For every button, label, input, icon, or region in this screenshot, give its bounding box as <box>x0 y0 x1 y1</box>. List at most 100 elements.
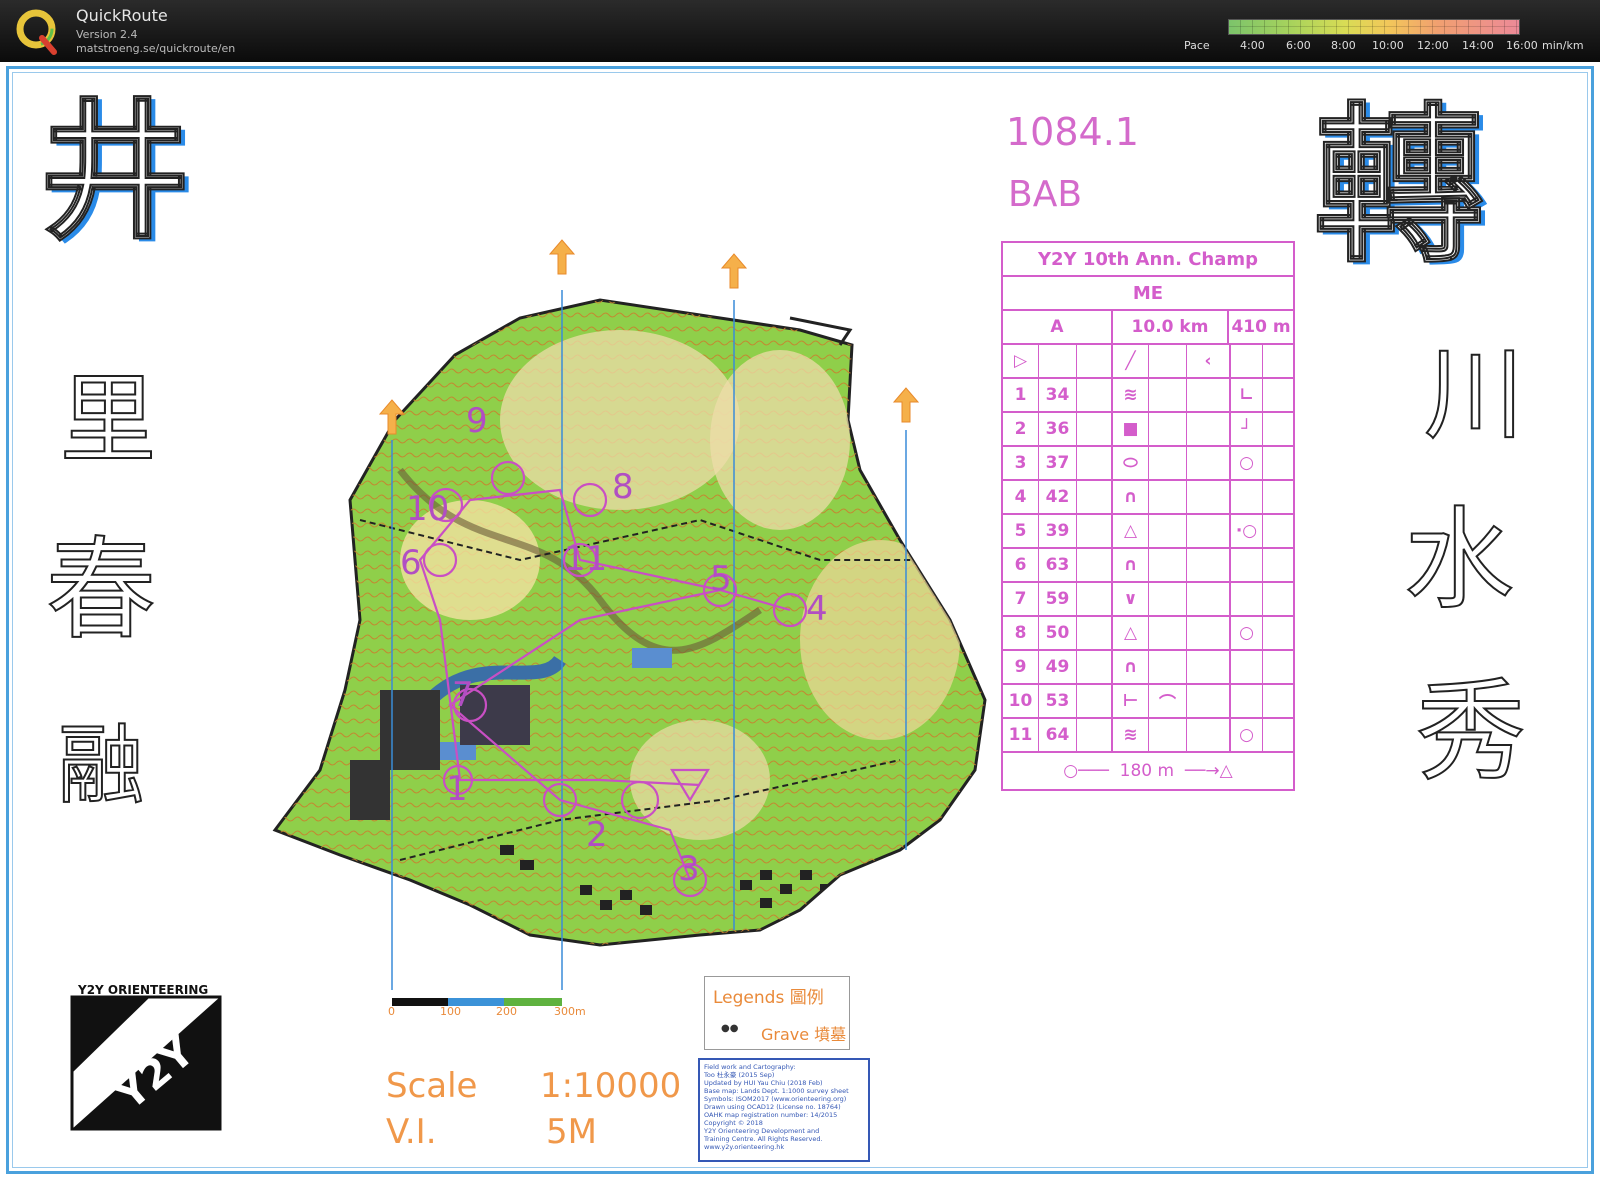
control-row: 5 39 △ ·○ <box>1003 515 1293 549</box>
credit-line: www.y2y.orienteering.hk <box>704 1143 785 1151</box>
knoll-icon: ∩ <box>1113 549 1149 581</box>
start-triangle-icon: ▷ <box>1003 345 1039 377</box>
control-code: 37 <box>1039 447 1077 479</box>
control-number: 10 <box>1003 685 1039 717</box>
control-number-label: 6 <box>400 543 422 583</box>
grave-symbol-icon: ●● <box>721 1023 739 1034</box>
thicket-icon: ≋ <box>1113 379 1149 411</box>
control-number: 7 <box>1003 583 1039 615</box>
side-icon: ○ <box>1231 617 1263 649</box>
finish-arrow-icon: ──→△ <box>1174 761 1233 781</box>
control-number-label: 9 <box>466 401 488 441</box>
control-number-label: 4 <box>806 589 828 629</box>
control-code: 34 <box>1039 379 1077 411</box>
start-row: ▷ ╱ ‹ <box>1003 345 1293 379</box>
scalebar-tick: 100 <box>440 1005 461 1018</box>
control-code: 49 <box>1039 651 1077 683</box>
side-icon: ○ <box>1231 447 1263 479</box>
bend-icon: ‹ <box>1187 345 1231 377</box>
credit-line: Symbols: ISOM2017 (www.orienteering.org) <box>704 1095 847 1103</box>
club-name: Y2Y ORIENTEERING <box>78 983 209 997</box>
legend-item: Grave 墳墓 <box>761 1025 847 1044</box>
course-climb: 410 m <box>1231 317 1291 337</box>
credit-line: Base map: Lands Dept. 1:1000 survey shee… <box>704 1087 849 1095</box>
credit-line: Copyright © 2018 <box>704 1119 763 1127</box>
control-code: 63 <box>1039 549 1077 581</box>
spur-icon: △ <box>1113 515 1149 547</box>
control-number-label: 1 <box>446 769 468 809</box>
control-row: 10 53 ⊢ ⌒ <box>1003 685 1293 719</box>
control-number: 5 <box>1003 515 1039 547</box>
control-code: 50 <box>1039 617 1077 649</box>
control-number: 4 <box>1003 481 1039 513</box>
legend-title: Legends 圖例 <box>713 988 824 1008</box>
y2y-club-logo-icon: Y2Y <box>70 995 222 1131</box>
control-number-label: 3 <box>678 849 700 889</box>
control-number-label: 5 <box>710 559 732 599</box>
scale-value: 1:10000 <box>540 1066 682 1106</box>
control-row: 1 34 ≋ ∟ <box>1003 379 1293 413</box>
scalebar-tick: 300m <box>554 1005 586 1018</box>
finish-start-icon: ○─── <box>1063 761 1120 781</box>
course-length: 10.0 km <box>1113 311 1229 343</box>
control-description-sheet: Y2Y 10th Ann. Champ ME A 10.0 km 410 m ▷… <box>1001 241 1295 791</box>
control-row: 6 63 ∩ <box>1003 549 1293 583</box>
control-code: 53 <box>1039 685 1077 717</box>
scalebar-tick: 0 <box>388 1005 395 1018</box>
bend-icon: ⌒ <box>1149 685 1187 717</box>
scale-label: Scale <box>386 1066 478 1106</box>
credit-line: Field work and Cartography: <box>704 1063 796 1071</box>
path-junction-icon: ⊢ <box>1113 685 1149 717</box>
control-row: 2 36 ■ ┘ <box>1003 413 1293 447</box>
control-row: 9 49 ∩ <box>1003 651 1293 685</box>
control-row: 8 50 △ ○ <box>1003 617 1293 651</box>
side-icon: ○ <box>1231 719 1263 751</box>
corner-icon: ┘ <box>1231 413 1263 445</box>
finish-row: ○─── 180 m ──→△ <box>1003 753 1293 789</box>
control-code: 64 <box>1039 719 1077 751</box>
control-number-label: 10 <box>406 489 449 529</box>
course-code: A <box>1003 311 1113 343</box>
control-code: 42 <box>1039 481 1077 513</box>
control-code: 36 <box>1039 413 1077 445</box>
control-row: 3 37 ⬭ ○ <box>1003 447 1293 481</box>
finish-distance: 180 m <box>1119 761 1175 781</box>
scalebar-tick: 200 <box>496 1005 517 1018</box>
thicket-icon: ≋ <box>1113 719 1149 751</box>
course-info-row: A 10.0 km 410 m <box>1003 311 1293 345</box>
control-number-label: 2 <box>586 815 608 855</box>
credit-line: Training Centre. All Rights Reserved. <box>704 1135 823 1143</box>
spur-icon: △ <box>1113 617 1149 649</box>
slope-icon: ╱ <box>1113 345 1149 377</box>
control-row: 11 64 ≋ ○ <box>1003 719 1293 753</box>
control-number: 8 <box>1003 617 1039 649</box>
control-number: 6 <box>1003 549 1039 581</box>
credit-line: Too 杜永豪 (2015 Sep) <box>704 1071 775 1079</box>
knoll-icon: ∩ <box>1113 651 1149 683</box>
credit-line: Updated by HUI Yau Chiu (2018 Feb) <box>704 1079 823 1087</box>
credit-line: Drawn using OCAD12 (License no. 18764) <box>704 1103 841 1111</box>
control-number: 2 <box>1003 413 1039 445</box>
knoll-icon: ∩ <box>1113 481 1149 513</box>
control-number-label: 7 <box>452 675 474 715</box>
control-number-label: 11 <box>564 539 607 579</box>
control-code: 59 <box>1039 583 1077 615</box>
control-row: 4 42 ∩ <box>1003 481 1293 515</box>
vi-label: V.I. <box>386 1112 437 1152</box>
control-code: 39 <box>1039 515 1077 547</box>
position-icon: ·○ <box>1231 515 1263 547</box>
credit-line: OAHK map registration number: 14/2015 <box>704 1111 838 1119</box>
control-number-label: 8 <box>612 467 634 507</box>
oval-icon: ⬭ <box>1113 447 1149 479</box>
building-icon: ■ <box>1113 413 1149 445</box>
event-name: Y2Y 10th Ann. Champ <box>1003 243 1293 277</box>
corner-icon: ∟ <box>1231 379 1263 411</box>
control-number: 11 <box>1003 719 1039 751</box>
control-number: 9 <box>1003 651 1039 683</box>
control-number: 3 <box>1003 447 1039 479</box>
map-credits: Field work and Cartography: Too 杜永豪 (201… <box>698 1058 870 1162</box>
credit-line: Y2Y Orienteering Development and <box>704 1127 820 1135</box>
vi-value: 5M <box>546 1112 597 1152</box>
reentrant-icon: ∨ <box>1113 583 1149 615</box>
map-legend: Legends 圖例 ●● Grave 墳墓 <box>704 976 850 1050</box>
